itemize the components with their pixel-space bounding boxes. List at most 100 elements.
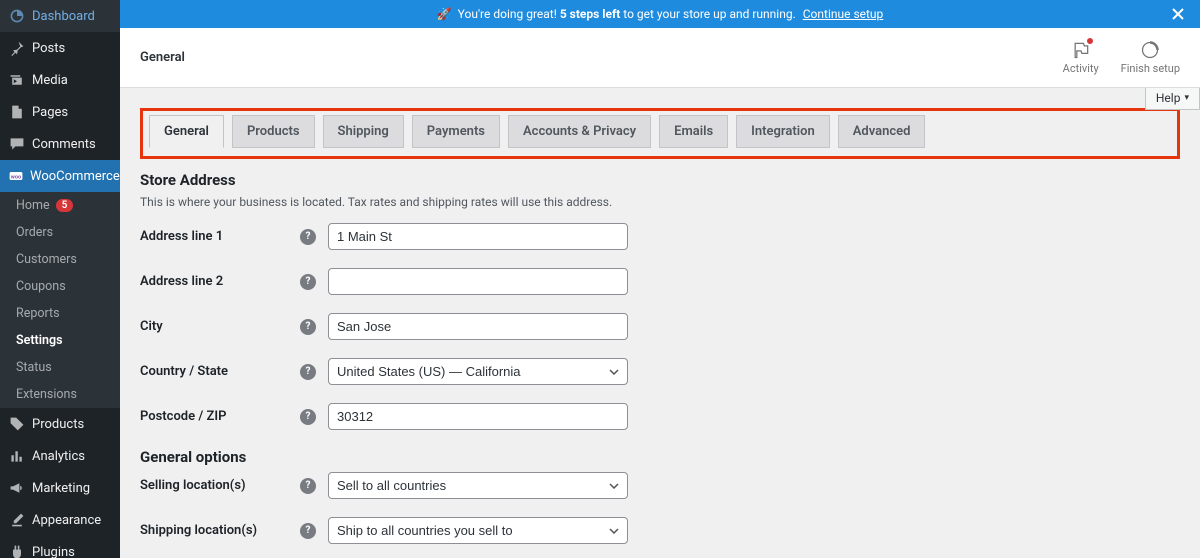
plug-icon <box>8 543 26 558</box>
menu-label: Marketing <box>32 481 90 496</box>
submenu-label: Settings <box>16 333 63 348</box>
activity-label: Activity <box>1063 62 1099 75</box>
row-zip: Postcode / ZIP ? <box>140 403 1180 430</box>
country-select[interactable]: United States (US) — California <box>328 358 628 385</box>
banner-text: You're doing great! 5 steps left to get … <box>458 7 884 21</box>
tab-emails[interactable]: Emails <box>659 115 728 148</box>
rocket-icon: 🚀 <box>437 7 452 21</box>
tab-integration[interactable]: Integration <box>736 115 830 148</box>
media-icon <box>8 71 26 89</box>
selling-locations-select[interactable]: Sell to all countries <box>328 472 628 499</box>
megaphone-icon <box>8 479 26 497</box>
finish-setup-button[interactable]: Finish setup <box>1121 40 1180 75</box>
settings-tabs: General Products Shipping Payments Accou… <box>149 115 1171 148</box>
general-options-heading: General options <box>140 448 1180 466</box>
address2-input[interactable] <box>328 268 628 295</box>
continue-setup-link[interactable]: Continue setup <box>803 7 884 21</box>
row-address1: Address line 1 ? <box>140 223 1180 250</box>
menu-label: Analytics <box>32 449 85 464</box>
menu-pages[interactable]: Pages <box>0 96 120 128</box>
admin-sidebar: Dashboard Posts Media Pages Comments woo… <box>0 0 120 558</box>
tab-products[interactable]: Products <box>232 115 315 148</box>
menu-marketing[interactable]: Marketing <box>0 472 120 504</box>
page-icon <box>8 103 26 121</box>
row-address2: Address line 2 ? <box>140 268 1180 295</box>
label-zip: Postcode / ZIP <box>140 409 300 424</box>
menu-label: Plugins <box>32 545 75 558</box>
tabs-highlight-box: General Products Shipping Payments Accou… <box>140 108 1180 159</box>
menu-products[interactable]: Products <box>0 408 120 440</box>
menu-label: Products <box>32 417 84 432</box>
store-address-desc: This is where your business is located. … <box>140 195 1180 209</box>
submenu-home[interactable]: Home 5 <box>0 192 120 219</box>
zip-input[interactable] <box>328 403 628 430</box>
menu-label: Appearance <box>32 513 101 528</box>
submenu-status[interactable]: Status <box>0 354 120 381</box>
row-city: City ? <box>140 313 1180 340</box>
notification-dot <box>1087 38 1093 44</box>
label-address2: Address line 2 <box>140 274 300 289</box>
submenu-settings[interactable]: Settings <box>0 327 120 354</box>
submenu-label: Orders <box>16 225 53 240</box>
svg-text:woo: woo <box>11 174 21 180</box>
onboarding-banner: 🚀 You're doing great! 5 steps left to ge… <box>120 0 1200 28</box>
page-title: General <box>140 50 185 65</box>
label-shipping: Shipping location(s) <box>140 523 300 538</box>
help-icon[interactable]: ? <box>300 478 316 494</box>
tab-payments[interactable]: Payments <box>412 115 500 148</box>
close-banner-button[interactable] <box>1170 6 1186 22</box>
menu-posts[interactable]: Posts <box>0 32 120 64</box>
submenu-woocommerce: Home 5 Orders Customers Coupons Reports S… <box>0 192 120 408</box>
submenu-orders[interactable]: Orders <box>0 219 120 246</box>
help-icon[interactable]: ? <box>300 523 316 539</box>
address1-input[interactable] <box>328 223 628 250</box>
help-icon[interactable]: ? <box>300 274 316 290</box>
tab-general[interactable]: General <box>149 115 224 148</box>
menu-label: Pages <box>32 105 68 120</box>
finish-label: Finish setup <box>1121 62 1180 75</box>
menu-analytics[interactable]: Analytics <box>0 440 120 472</box>
submenu-label: Customers <box>16 252 77 267</box>
menu-appearance[interactable]: Appearance <box>0 504 120 536</box>
submenu-label: Coupons <box>16 279 66 294</box>
tab-advanced[interactable]: Advanced <box>838 115 926 148</box>
topbar-actions: Activity Finish setup <box>1063 40 1180 75</box>
submenu-customers[interactable]: Customers <box>0 246 120 273</box>
tab-accounts-privacy[interactable]: Accounts & Privacy <box>508 115 651 148</box>
row-selling-locations: Selling location(s) ? Sell to all countr… <box>140 472 1180 499</box>
help-icon[interactable]: ? <box>300 364 316 380</box>
activity-button[interactable]: Activity <box>1063 40 1099 75</box>
woo-icon: woo <box>8 167 24 185</box>
page-topbar: General Activity Finish setup <box>120 28 1200 88</box>
submenu-label: Status <box>16 360 52 375</box>
menu-label: Dashboard <box>32 9 95 24</box>
menu-comments[interactable]: Comments <box>0 128 120 160</box>
main-content: 🚀 You're doing great! 5 steps left to ge… <box>120 0 1200 558</box>
help-label: Help <box>1156 91 1181 105</box>
settings-content: Help General Products Shipping Payments … <box>120 88 1200 558</box>
tab-shipping[interactable]: Shipping <box>323 115 404 148</box>
help-icon[interactable]: ? <box>300 319 316 335</box>
submenu-reports[interactable]: Reports <box>0 300 120 327</box>
label-city: City <box>140 319 300 334</box>
help-icon[interactable]: ? <box>300 409 316 425</box>
submenu-label: Home <box>16 198 50 213</box>
help-icon[interactable]: ? <box>300 229 316 245</box>
menu-woocommerce[interactable]: wooWooCommerce <box>0 160 120 192</box>
submenu-coupons[interactable]: Coupons <box>0 273 120 300</box>
menu-media[interactable]: Media <box>0 64 120 96</box>
count-badge: 5 <box>56 199 74 212</box>
brush-icon <box>8 511 26 529</box>
menu-dashboard[interactable]: Dashboard <box>0 0 120 32</box>
city-input[interactable] <box>328 313 628 340</box>
menu-label: Media <box>32 73 68 88</box>
submenu-extensions[interactable]: Extensions <box>0 381 120 408</box>
tag-icon <box>8 415 26 433</box>
shipping-locations-select[interactable]: Ship to all countries you sell to <box>328 517 628 544</box>
row-country: Country / State ? United States (US) — C… <box>140 358 1180 385</box>
menu-plugins[interactable]: Plugins <box>0 536 120 558</box>
submenu-label: Extensions <box>16 387 77 402</box>
progress-icon <box>1140 40 1160 60</box>
submenu-label: Reports <box>16 306 60 321</box>
help-button[interactable]: Help <box>1145 88 1200 110</box>
